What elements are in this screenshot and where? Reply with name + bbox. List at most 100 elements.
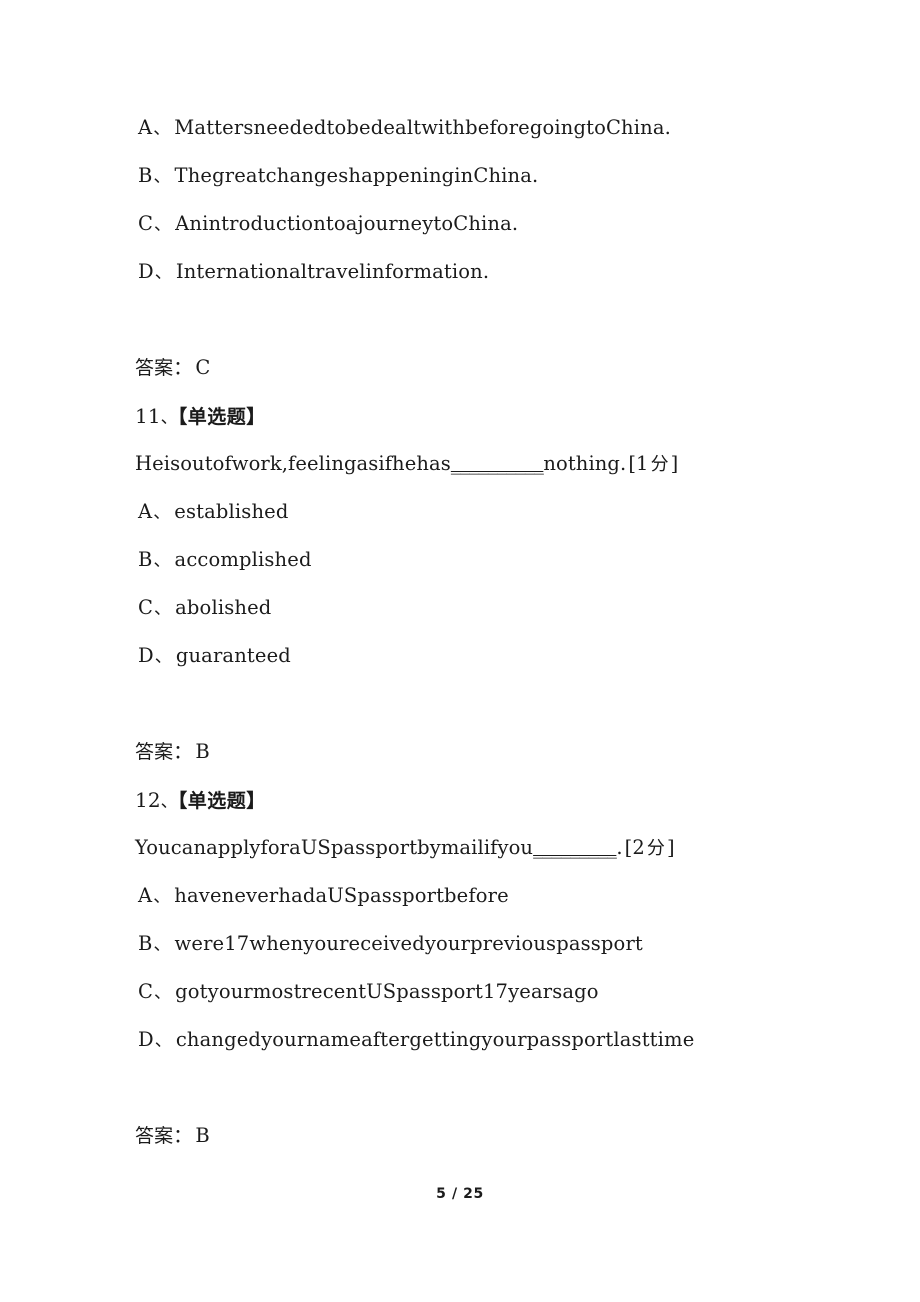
option-text: MattersneededtobedealtwithbeforegoingtoC… [174, 116, 671, 139]
question-points: [1 分] [626, 452, 678, 475]
option-separator: 、 [153, 551, 171, 571]
option-text: accomplished [174, 548, 312, 571]
answer-label: 答案： [135, 1125, 193, 1147]
option-row[interactable]: B、 ThegreatchangeshappeninginChina. [135, 152, 795, 200]
option-separator: 、 [153, 887, 171, 907]
points-bracket-close: ] [670, 452, 679, 475]
option-separator: 、 [153, 503, 171, 523]
option-marker: D、 [138, 1016, 176, 1065]
stem-text-before: Heisoutofwork,feelingasifhehas [135, 452, 451, 475]
option-marker: A、 [138, 488, 174, 537]
answer-value: B [195, 1124, 210, 1147]
option-text: Internationaltravelinformation. [175, 260, 490, 283]
answer-line: 答案： B [135, 1112, 795, 1160]
option-separator: 、 [154, 983, 172, 1003]
option-text: haveneverhadaUSpassportbefore [174, 884, 509, 907]
option-marker: C、 [138, 200, 175, 249]
page-footer: 5 / 25 [0, 1186, 920, 1202]
option-letter: D [138, 1028, 154, 1051]
points-bracket-open: [ [628, 452, 637, 475]
option-letter: A [138, 884, 153, 907]
option-row[interactable]: C、 gotyourmostrecentUSpassport17yearsago [135, 968, 795, 1016]
option-marker: A、 [138, 872, 174, 921]
option-marker: B、 [138, 152, 175, 201]
option-letter: B [138, 548, 153, 571]
option-letter: A [138, 500, 153, 523]
option-row[interactable]: D、 guaranteed [135, 632, 795, 680]
answer-value: B [195, 740, 210, 763]
points-value: 1 [636, 452, 649, 475]
question-number: 12 [135, 788, 161, 812]
option-row[interactable]: A、 Mattersneededtobedealtwithbeforegoingt… [135, 104, 795, 152]
option-letter: B [138, 932, 153, 955]
option-letter: D [138, 644, 154, 667]
option-row[interactable]: C、 AnintroductiontoajourneytoChina. [135, 200, 795, 248]
option-row[interactable]: D、 changedyournameaftergettingyourpasspor… [135, 1016, 795, 1064]
question-stem: Heisoutofwork,feelingasifhehas__________… [135, 440, 795, 488]
stem-text-after: nothing. [543, 452, 627, 475]
option-separator: 、 [154, 1031, 172, 1051]
option-marker: C、 [138, 968, 175, 1017]
option-letter: D [138, 260, 154, 283]
question-type-badge: 【单选题】 [177, 406, 266, 428]
option-marker: D、 [138, 248, 176, 297]
page-content: A、 Mattersneededtobedealtwithbeforegoingt… [135, 104, 795, 1160]
question-number-separator: 、 [160, 792, 178, 812]
option-text: were17whenyoureceivedyourpreviouspasspor… [174, 932, 643, 955]
question-number-separator: 、 [160, 408, 178, 428]
option-separator: 、 [154, 647, 172, 667]
answer-line: 答案： B [135, 728, 795, 776]
option-marker: B、 [138, 920, 175, 969]
option-row[interactable]: A、 haveneverhadaUSpassportbefore [135, 872, 795, 920]
option-row[interactable]: D、 Internationaltravelinformation. [135, 248, 795, 296]
option-text: changedyournameaftergettingyourpassportl… [175, 1028, 695, 1051]
option-letter: C [138, 596, 154, 619]
option-marker: B、 [138, 536, 175, 585]
option-text: abolished [175, 596, 272, 619]
option-marker: C、 [138, 584, 175, 633]
question-number: 11 [135, 404, 161, 428]
question-type-badge: 【单选题】 [177, 790, 266, 812]
question-header: 12、【单选题】 [135, 776, 795, 824]
answer-label: 答案： [135, 357, 193, 379]
option-text: ThegreatchangeshappeninginChina. [174, 164, 539, 187]
answer-value: C [195, 356, 211, 379]
option-row[interactable]: A、 established [135, 488, 795, 536]
option-letter: A [138, 116, 153, 139]
stem-text-after: . [616, 836, 623, 859]
option-text: guaranteed [175, 644, 291, 667]
option-separator: 、 [154, 599, 172, 619]
option-text: gotyourmostrecentUSpassport17yearsago [175, 980, 599, 1003]
option-row[interactable]: C、 abolished [135, 584, 795, 632]
document-page: A、 Mattersneededtobedealtwithbeforegoingt… [0, 0, 920, 1302]
stem-text-before: YoucanapplyforaUSpassportbymailifyou [135, 836, 534, 859]
page-number-indicator: 5 / 25 [436, 1186, 484, 1202]
points-value: 2 [632, 836, 645, 859]
option-separator: 、 [154, 263, 172, 283]
points-bracket-close: ] [667, 836, 675, 859]
points-unit: 分 [650, 454, 669, 475]
answer-label: 答案： [135, 741, 193, 763]
fill-in-blank: _________ [533, 836, 617, 859]
question-stem: YoucanapplyforaUSpassportbymailifyou____… [135, 824, 795, 872]
option-row[interactable]: B、 were17whenyoureceivedyourpreviouspassp… [135, 920, 795, 968]
option-separator: 、 [153, 119, 171, 139]
option-text: established [174, 500, 289, 523]
fill-in-blank: __________ [450, 452, 544, 475]
option-separator: 、 [153, 935, 171, 955]
option-separator: 、 [154, 215, 172, 235]
option-letter: B [138, 164, 153, 187]
option-letter: C [138, 980, 154, 1003]
option-row[interactable]: B、 accomplished [135, 536, 795, 584]
question-points: [2 分] [623, 836, 675, 859]
option-letter: C [138, 212, 154, 235]
option-separator: 、 [153, 167, 171, 187]
points-unit: 分 [646, 838, 665, 859]
answer-line: 答案： C [135, 344, 795, 392]
option-marker: D、 [138, 632, 176, 681]
option-text: AnintroductiontoajourneytoChina. [175, 212, 519, 235]
option-marker: A、 [138, 104, 174, 153]
